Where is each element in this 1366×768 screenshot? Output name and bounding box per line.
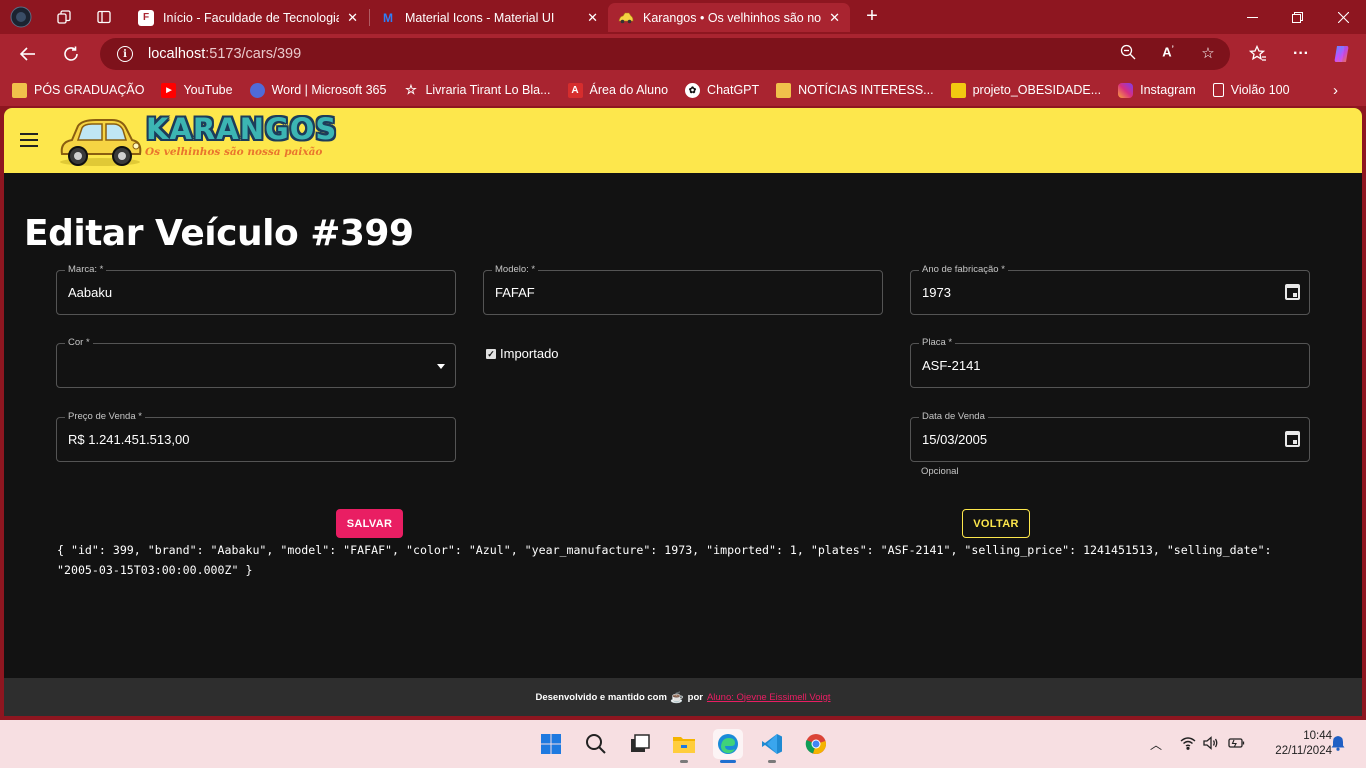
save-button[interactable]: SALVAR (336, 509, 403, 538)
search-icon[interactable] (581, 729, 611, 759)
folder-icon (12, 82, 27, 98)
word-icon (249, 82, 265, 98)
bookmark-projeto-obesidade[interactable]: projeto_OBESIDADE... (950, 82, 1101, 98)
bookmark-tirant[interactable]: ☆ Livraria Tirant Lo Bla... (403, 82, 550, 98)
bookmark-word[interactable]: Word | Microsoft 365 (249, 82, 386, 98)
model-field[interactable]: Modelo: * FAFAF (483, 264, 883, 315)
back-button[interactable]: VOLTAR (962, 509, 1030, 538)
calendar-icon[interactable] (1285, 284, 1300, 300)
profile-avatar-icon[interactable] (9, 5, 33, 29)
site-info-icon[interactable]: i (117, 46, 133, 62)
back-arrow-icon[interactable] (15, 41, 41, 67)
bookmarks-bar: PÓS GRADUAÇÃO ▶ YouTube Word | Microsoft … (0, 74, 1366, 106)
folder-icon (776, 82, 792, 98)
bookmark-youtube[interactable]: ▶ YouTube (161, 82, 233, 98)
file-explorer-icon[interactable] (669, 729, 699, 763)
vscode-icon[interactable] (757, 729, 787, 763)
color-select[interactable]: Cor * (56, 337, 456, 388)
brand-field[interactable]: Marca: * Aabaku (56, 264, 456, 315)
sale-date-field[interactable]: Data de Venda 15/03/2005 (910, 411, 1310, 462)
bookmark-chatgpt[interactable]: ✿ ChatGPT (685, 82, 759, 98)
chatgpt-icon: ✿ (685, 82, 701, 98)
toolbar: i localhost:5173/cars/399 Aʼ ☆ ··· (0, 34, 1366, 74)
copilot-icon[interactable] (1330, 42, 1354, 66)
notification-bell-icon[interactable] (1331, 735, 1345, 754)
wifi-icon[interactable] (1180, 736, 1196, 753)
karangos-logo: KARANGOS Os velhinhos são nossa paixão (56, 110, 336, 170)
favorites-icon[interactable] (1246, 42, 1270, 66)
checkbox-checked-icon[interactable]: ✓ (486, 348, 496, 359)
coffee-icon: ☕ (669, 691, 684, 704)
bookmark-instagram[interactable]: Instagram (1118, 82, 1196, 98)
close-tab-icon[interactable]: ✕ (587, 10, 598, 26)
car-logo-icon (60, 119, 142, 166)
chevron-up-icon[interactable]: ︿ (1150, 736, 1162, 753)
karangos-icon (618, 10, 634, 26)
bookmark-pos-graduacao[interactable]: PÓS GRADUAÇÃO (12, 82, 144, 98)
windows-start-icon[interactable] (536, 729, 566, 759)
dropdown-arrow-icon (437, 364, 445, 369)
more-menu-icon[interactable]: ··· (1289, 42, 1313, 66)
page-viewport: KARANGOS Os velhinhos são nossa paixão E… (4, 108, 1362, 716)
author-link[interactable]: Aluno: Ojevne Eissimell Voigt (707, 692, 831, 703)
footer: Desenvolvido e mantido com ☕ por Aluno: … (4, 678, 1362, 716)
running-indicator (680, 760, 688, 763)
brand-tagline: Os velhinhos são nossa paixão (145, 146, 323, 158)
menu-icon[interactable] (20, 133, 38, 147)
bookmark-area-do-aluno[interactable]: A Área do Aluno (567, 82, 668, 98)
plates-field[interactable]: Placa * ASF-2141 (910, 337, 1310, 388)
fatec-icon: F (138, 9, 154, 26)
chrome-icon[interactable] (801, 729, 831, 759)
calendar-icon[interactable] (1285, 431, 1300, 447)
favorite-star-icon[interactable]: ☆ (1198, 44, 1218, 64)
browser-tab-fatec[interactable]: F Início - Faculdade de Tecnologia de ✕ (128, 3, 368, 32)
workspaces-icon[interactable] (52, 5, 76, 29)
json-debug-output: { "id": 399, "brand": "Aabaku", "model":… (57, 543, 1272, 577)
bookmark-violao[interactable]: Violão 100 (1212, 83, 1290, 97)
close-tab-icon[interactable]: ✕ (347, 10, 358, 26)
chevron-right-icon[interactable]: › (1333, 82, 1338, 99)
powerbi-icon (950, 82, 966, 98)
instagram-icon (1118, 82, 1134, 98)
year-field[interactable]: Ano de fabricação * 1973 (910, 264, 1310, 315)
app-bar: KARANGOS Os velhinhos são nossa paixão (4, 108, 1362, 173)
mui-icon: M (383, 10, 393, 25)
browser-tab-material-icons[interactable]: M Material Icons - Material UI ✕ (370, 3, 608, 32)
address-url[interactable]: localhost:5173/cars/399 (148, 46, 301, 62)
taskbar: ︿ 10:44 22/11/2024 (0, 720, 1366, 768)
tab-strip: F Início - Faculdade de Tecnologia de ✕ … (0, 0, 1366, 34)
edge-icon[interactable] (713, 729, 743, 763)
restore-button[interactable] (1274, 0, 1320, 34)
youtube-icon: ▶ (161, 82, 177, 98)
address-bar[interactable]: i localhost:5173/cars/399 Aʼ ☆ (100, 38, 1230, 70)
browser-tab-karangos[interactable]: Karangos • Os velhinhos são nossa paixão… (608, 3, 850, 32)
price-field[interactable]: Preço de Venda * R$ 1.241.451.513,00 (56, 411, 456, 462)
running-indicator (768, 760, 776, 763)
tirant-icon: ☆ (405, 82, 417, 97)
task-view-icon[interactable] (625, 729, 655, 759)
close-tab-icon[interactable]: ✕ (829, 10, 840, 26)
new-tab-button[interactable]: + (861, 5, 883, 27)
volume-icon[interactable] (1203, 736, 1219, 753)
close-window-button[interactable] (1320, 0, 1366, 34)
running-indicator (720, 760, 736, 763)
aluno-icon: A (567, 82, 583, 98)
read-aloud-icon[interactable]: Aʼ (1158, 44, 1178, 64)
page-title: Editar Veículo #399 (24, 213, 414, 254)
battery-icon[interactable] (1227, 736, 1245, 753)
minimize-button[interactable] (1229, 0, 1275, 34)
bookmark-noticias[interactable]: NOTÍCIAS INTERESS... (776, 82, 934, 98)
brand-name: KARANGOS (146, 112, 338, 146)
zoom-icon[interactable] (1118, 44, 1138, 64)
sale-date-helper: Opcional (921, 466, 959, 477)
system-clock[interactable]: 10:44 22/11/2024 (1252, 729, 1332, 759)
page-icon (1212, 83, 1224, 97)
reload-icon[interactable] (58, 41, 84, 67)
imported-checkbox[interactable]: ✓ Importado (486, 346, 559, 361)
tab-actions-icon[interactable] (92, 5, 116, 29)
